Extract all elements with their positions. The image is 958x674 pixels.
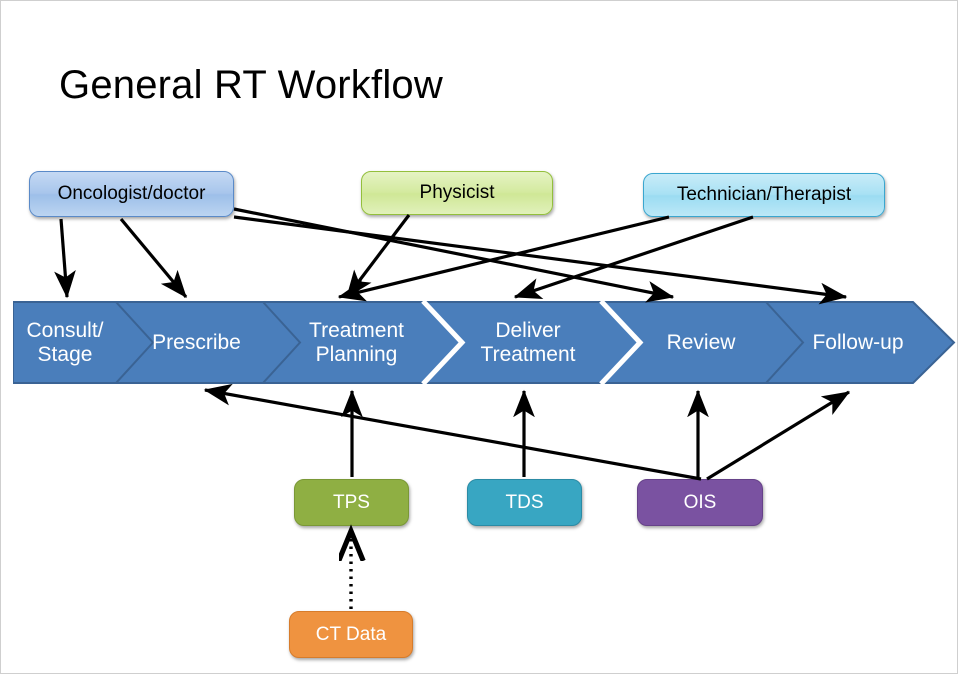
- arrow-ois-to-follow-up: [706, 390, 851, 481]
- system-box-ct-data[interactable]: CT Data: [289, 611, 413, 658]
- system-label-ois: OIS: [683, 491, 717, 513]
- arrow-oncologist-to-review: [233, 207, 675, 303]
- role-label-oncologist: Oncologist/doctor: [57, 183, 206, 205]
- slide-canvas: General RT Workflow Consult/ Stage Presc…: [0, 0, 958, 674]
- system-label-tds: TDS: [505, 491, 544, 513]
- arrow-technician-to-treatment-planning: [337, 215, 670, 302]
- system-label-ct-data: CT Data: [315, 623, 387, 645]
- stage-label-treatment-planning[interactable]: Treatment Planning: [284, 301, 429, 384]
- page-title: General RT Workflow: [59, 63, 443, 107]
- system-box-ois[interactable]: OIS: [637, 479, 763, 526]
- stage-label-review[interactable]: Review: [631, 301, 771, 384]
- arrow-technician-to-deliver-treatment: [513, 215, 754, 299]
- arrow-oncologist-to-follow-up: [233, 215, 848, 305]
- role-box-technician[interactable]: Technician/Therapist: [643, 173, 885, 217]
- arrow-oncologist-to-consult: [54, 218, 76, 299]
- arrow-oncologist-to-prescribe: [119, 217, 188, 299]
- arrow-ois-to-prescribe: [203, 383, 702, 481]
- stage-label-deliver-treatment[interactable]: Deliver Treatment: [453, 301, 603, 384]
- system-box-tds[interactable]: TDS: [467, 479, 582, 526]
- role-box-physicist[interactable]: Physicist: [361, 171, 553, 215]
- role-label-physicist: Physicist: [419, 182, 495, 204]
- system-label-tps: TPS: [333, 491, 370, 513]
- arrow-physicist-to-treatment-planning: [345, 214, 411, 299]
- stage-label-consult-stage[interactable]: Consult/ Stage: [13, 301, 117, 384]
- role-label-technician: Technician/Therapist: [676, 184, 852, 206]
- system-box-tps[interactable]: TPS: [294, 479, 409, 526]
- stage-label-follow-up[interactable]: Follow-up: [783, 301, 933, 384]
- role-box-oncologist[interactable]: Oncologist/doctor: [29, 171, 234, 217]
- stage-label-prescribe[interactable]: Prescribe: [129, 301, 264, 384]
